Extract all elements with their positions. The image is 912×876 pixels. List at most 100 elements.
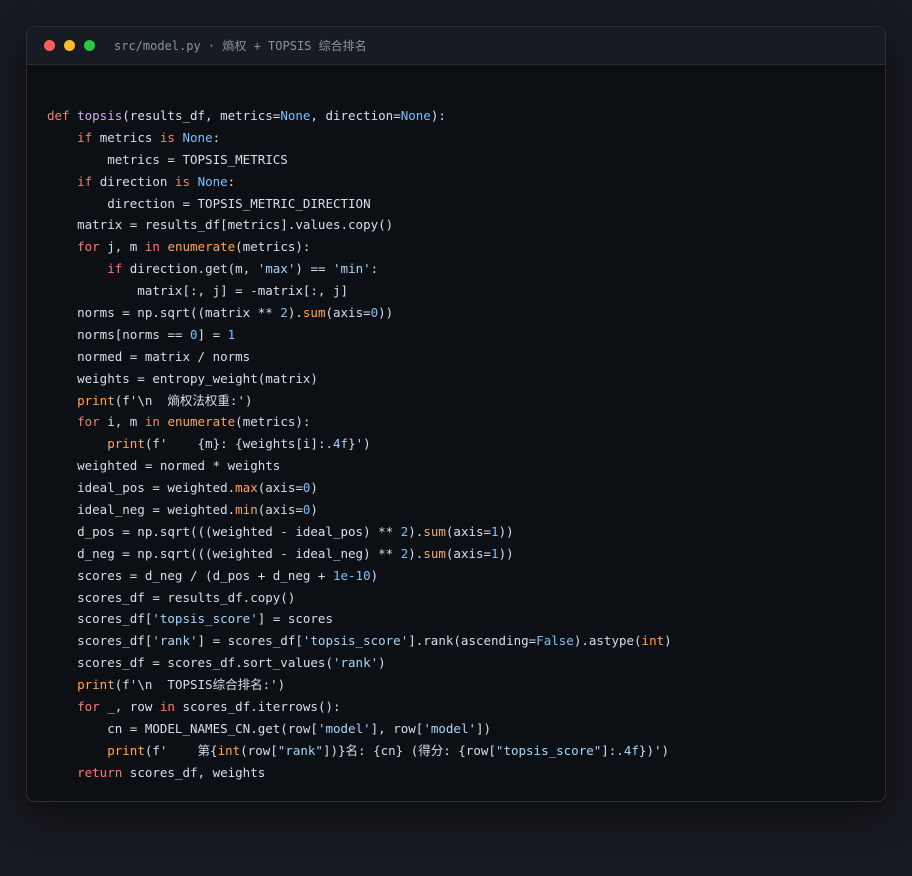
code-token: 'rank'	[332, 655, 379, 671]
code-token: scores_df[	[47, 611, 153, 627]
code-token: scores_df, weights	[122, 764, 266, 780]
code-line: matrix[:, j] = -matrix[:, j]	[47, 280, 672, 302]
code-token: 'topsis_score'	[302, 633, 409, 649]
code-token: ideal_pos = weighted.	[47, 480, 236, 496]
code-token: d_pos = np.sqrt(((weighted - ideal_pos) …	[47, 523, 401, 539]
code-token: )	[370, 567, 379, 583]
code-token: 2	[280, 305, 288, 321]
minimize-dot-icon[interactable]	[64, 40, 75, 51]
code-token: normed = matrix / norms	[47, 348, 251, 364]
code-token: weighted = normed * weights	[47, 458, 281, 474]
code-token: def	[47, 108, 78, 123]
code-token: cn = MODEL_NAMES_CN.get(row[	[47, 720, 318, 736]
code-line: scores_df['topsis_score'] = scores	[47, 608, 672, 630]
code-token: None	[197, 173, 228, 189]
code-token: scores = d_neg / (d_pos + d_neg +	[47, 567, 333, 583]
code-token: (axis=	[257, 480, 303, 496]
code-line: print(f' 第{int(row["rank"])}名: {cn} (得分:…	[47, 740, 672, 762]
code-token: ))	[498, 523, 514, 539]
code-token: (axis=	[445, 545, 492, 561]
code-token: ].rank(ascending=	[408, 633, 537, 649]
code-token: ] = scores	[257, 611, 333, 627]
code-block[interactable]: def topsis(results_df, metrics=None, dir…	[47, 105, 672, 784]
code-token: None	[400, 108, 431, 123]
code-token: for	[77, 239, 100, 255]
code-token: if	[77, 173, 93, 189]
code-token: sum	[302, 305, 326, 321]
code-token: weights = entropy_weight(matrix)	[47, 370, 318, 386]
code-token: sum	[423, 523, 446, 539]
code-token: print	[77, 677, 115, 693]
code-token: (metrics):	[235, 239, 311, 255]
code-line: d_pos = np.sqrt(((weighted - ideal_pos) …	[47, 521, 672, 543]
code-token: ))	[378, 305, 394, 321]
code-token: )	[310, 480, 318, 496]
code-token: metrics	[92, 129, 160, 145]
code-token: ) ==	[295, 261, 334, 277]
code-token: if	[77, 129, 93, 145]
code-token: None	[182, 129, 213, 145]
code-token: (f' 第{	[144, 742, 218, 758]
code-token: ]:	[601, 742, 617, 758]
code-token: int	[217, 742, 241, 758]
code-token: "rank"	[277, 742, 323, 758]
code-token: False	[536, 633, 574, 649]
code-token: topsis	[77, 108, 123, 123]
code-token: for	[77, 699, 100, 715]
code-token: i, m	[99, 414, 145, 430]
code-token: })')	[638, 742, 670, 758]
code-line: print(f' {m}: {weights[i]:.4f}')	[47, 433, 672, 455]
code-token: )	[310, 502, 318, 518]
code-token: (f' {m}: {weights[i]:	[144, 436, 326, 452]
code-token: 0	[190, 326, 198, 342]
code-line: cn = MODEL_NAMES_CN.get(row['model'], ro…	[47, 718, 672, 740]
code-token: direction.get(m,	[122, 261, 258, 277]
code-token: ).	[408, 523, 424, 539]
code-token: :	[212, 129, 221, 145]
code-token: in	[159, 699, 175, 715]
code-line: return scores_df, weights	[47, 762, 672, 784]
code-token: :	[370, 261, 379, 277]
code-line: weights = entropy_weight(matrix)	[47, 368, 672, 390]
code-token: ])	[476, 720, 492, 736]
maximize-dot-icon[interactable]	[84, 40, 95, 51]
code-token: is	[174, 173, 191, 189]
code-token: "topsis_score"	[495, 742, 602, 758]
code-token: )	[664, 633, 672, 649]
code-line: if metrics is None:	[47, 127, 672, 149]
code-token: norms = np.sqrt((matrix **	[47, 305, 281, 321]
code-token: metrics = TOPSIS_METRICS	[47, 151, 288, 167]
code-token: direction = TOPSIS_METRIC_DIRECTION	[47, 195, 371, 211]
code-token: 1e-10	[332, 567, 371, 583]
code-token: scores_df = results_df.copy()	[47, 589, 296, 605]
code-token: print	[77, 392, 115, 408]
code-line: for j, m in enumerate(metrics):	[47, 236, 672, 258]
code-token: return	[77, 764, 123, 780]
code-line: scores_df = scores_df.sort_values('rank'…	[47, 652, 672, 674]
code-token: j, m	[99, 239, 145, 255]
code-token: enumerate	[167, 239, 236, 255]
code-line: norms[norms == 0] = 1	[47, 324, 672, 346]
code-token: .4f	[616, 742, 639, 758]
code-token: in	[144, 239, 160, 255]
code-token: ] = scores_df[	[197, 633, 303, 649]
code-token: max	[235, 480, 258, 496]
code-token: matrix[:, j] = -matrix[:, j]	[47, 283, 349, 299]
code-token: print	[107, 742, 145, 758]
code-token: direction	[92, 173, 175, 189]
code-token: (axis=	[257, 502, 303, 518]
code-line: ideal_neg = weighted.min(axis=0)	[47, 499, 672, 521]
code-token: (axis=	[445, 523, 492, 539]
close-dot-icon[interactable]	[44, 40, 55, 51]
code-line: norms = np.sqrt((matrix ** 2).sum(axis=0…	[47, 302, 672, 324]
code-line: def topsis(results_df, metrics=None, dir…	[47, 105, 672, 127]
code-token: 1	[491, 523, 499, 539]
code-token: 1	[491, 545, 499, 561]
